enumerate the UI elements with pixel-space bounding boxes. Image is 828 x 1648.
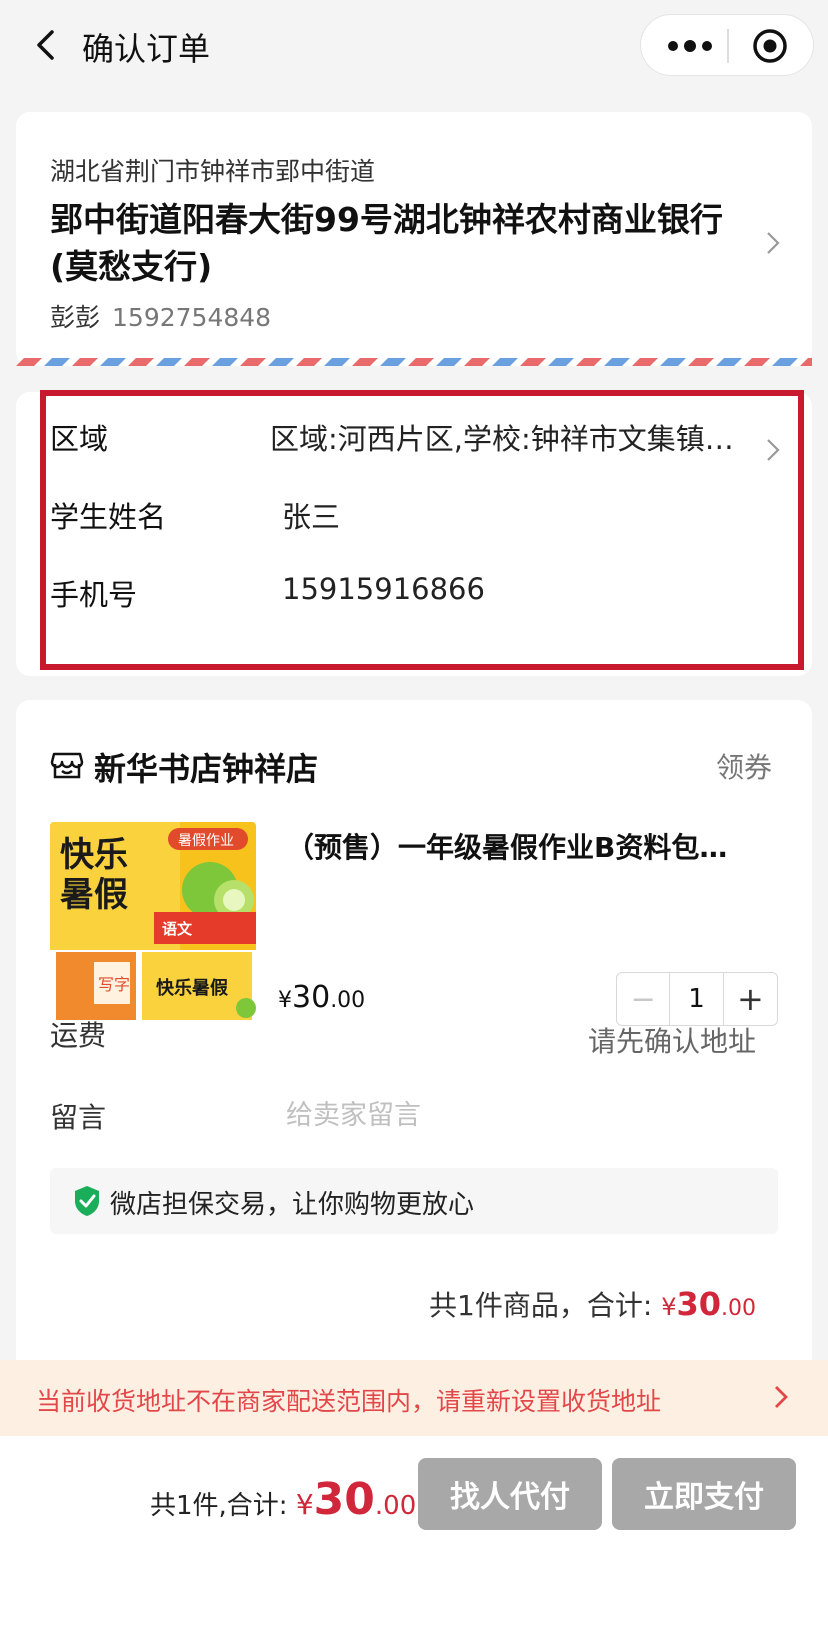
contact-name: 彭彭 <box>50 303 101 332</box>
price-decimal: .00 <box>330 988 366 1013</box>
capsule-divider <box>727 29 729 63</box>
checkout-total: 共1件,合计: ¥30.00 <box>150 1474 416 1525</box>
quantity-stepper: − 1 + <box>616 972 778 1026</box>
price-integer: 30 <box>292 980 331 1015</box>
checkout-bar: 共1件,合计: ¥30.00 找人代付 立即支付 <box>0 1436 828 1648</box>
product-title[interactable]: （预售）一年级暑假作业B资料包… <box>286 826 766 866</box>
highlight-annotation-box <box>40 390 804 670</box>
message-input[interactable] <box>286 1090 756 1140</box>
more-dots-icon[interactable] <box>665 35 715 57</box>
airmail-stripe <box>16 358 812 366</box>
proxy-pay-button[interactable]: 找人代付 <box>418 1458 602 1530</box>
cover-book3: 快乐暑假 <box>156 977 229 999</box>
total-decimal: .00 <box>374 1491 417 1521</box>
address-card[interactable]: 湖北省荆门市钟祥市郢中街道 郢中街道阳春大街99号湖北钟祥农村商业银行(莫愁支行… <box>16 112 812 366</box>
shield-check-icon <box>75 1186 99 1216</box>
cover-badge: 暑假作业 <box>178 833 234 849</box>
price-symbol: ¥ <box>278 988 292 1013</box>
total-currency: ¥ <box>295 1488 314 1521</box>
chevron-right-icon <box>767 232 780 254</box>
shipping-value: 请先确认地址 <box>587 1025 756 1058</box>
get-coupon-link[interactable]: 领券 <box>716 746 772 786</box>
nav-bar: 确认订单 <box>0 0 828 90</box>
contact-phone: 1592754848 <box>112 303 272 332</box>
shop-card: 新华书店钟祥店 领券 快乐 暑假 暑假作业 1 语文 写字 快乐暑假 （预售）一… <box>16 700 812 1436</box>
pay-now-button[interactable]: 立即支付 <box>612 1458 796 1530</box>
decrease-button[interactable]: − <box>617 973 671 1025</box>
address-warning-bar[interactable]: 当前收货地址不在商家配送范围内，请重新设置收货地址 <box>0 1360 828 1436</box>
message-label: 留言 <box>50 1101 107 1134</box>
guarantee-text: 微店担保交易，让你购物更放心 <box>110 1190 475 1220</box>
mini-program-capsule <box>640 14 814 76</box>
address-warning-text: 当前收货地址不在商家配送范围内，请重新设置收货地址 <box>36 1387 662 1416</box>
guarantee-banner: 微店担保交易，让你购物更放心 <box>50 1168 778 1234</box>
address-contact: 彭彭 1592754848 <box>50 298 271 334</box>
target-circle-icon[interactable] <box>751 27 789 65</box>
total-label: 共1件,合计: <box>150 1491 296 1521</box>
summary-amount: 30 <box>676 1285 721 1323</box>
page-title: 确认订单 <box>82 30 211 68</box>
chevron-right-icon <box>775 1386 788 1408</box>
total-amount: 30 <box>313 1474 375 1525</box>
cover-title-line1: 快乐 <box>60 835 128 875</box>
quantity-value[interactable]: 1 <box>670 973 724 1025</box>
order-summary: 共1件商品，合计: ¥30.00 <box>429 1284 756 1324</box>
summary-currency: ¥ <box>661 1293 677 1321</box>
address-detail: 郢中街道阳春大街99号湖北钟祥农村商业银行(莫愁支行) <box>50 200 723 286</box>
store-icon <box>50 752 84 779</box>
chevron-left-icon[interactable] <box>32 28 62 62</box>
cover-subject: 语文 <box>162 920 193 938</box>
cover-title-line2: 暑假 <box>60 875 128 915</box>
increase-button[interactable]: + <box>724 973 777 1025</box>
summary-label: 共1件商品，合计: <box>429 1289 662 1322</box>
cover-book2: 写字 <box>98 975 130 994</box>
shipping-label: 运费 <box>50 1019 107 1052</box>
product-image[interactable]: 快乐 暑假 暑假作业 1 语文 写字 快乐暑假 <box>50 822 256 1028</box>
shop-name[interactable]: 新华书店钟祥店 <box>94 744 318 790</box>
address-region: 湖北省荆门市钟祥市郢中街道 <box>50 157 376 186</box>
product-price: ¥30.00 <box>278 980 365 1015</box>
summary-decimal: .00 <box>721 1296 756 1321</box>
